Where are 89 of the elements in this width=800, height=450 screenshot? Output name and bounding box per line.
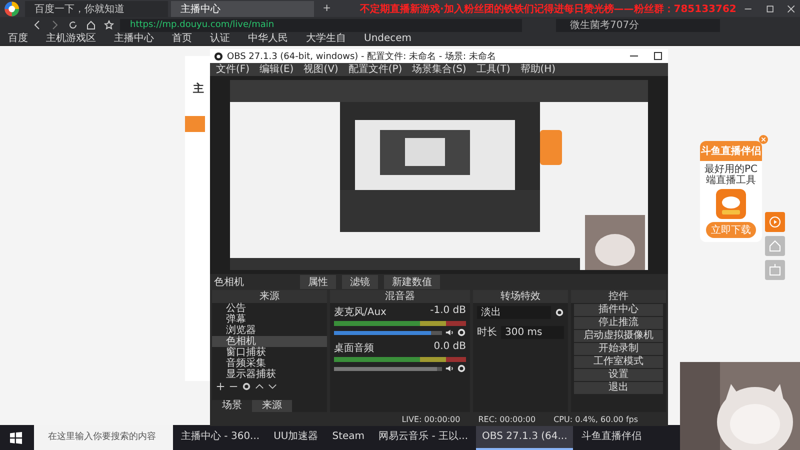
source-name: 色相机 (214, 276, 245, 289)
browser-tab[interactable]: 百度一下，你就知道 (24, 0, 168, 16)
taskbar-app[interactable]: 斗鱼直播伴侣 (575, 425, 648, 450)
bookmark-link[interactable]: 大学生自 (306, 33, 346, 45)
speaker-icon[interactable] (445, 364, 454, 373)
volume-reading: -1.0 dB (430, 305, 466, 318)
play-icon[interactable] (765, 212, 785, 232)
menu-item[interactable]: 工具(T) (476, 64, 510, 76)
window-title: OBS 27.1.3 (64-bit, windows) - 配置文件: 未命名 - 场景: 未命名 (227, 50, 496, 62)
settings-icon[interactable] (555, 308, 564, 317)
source-item[interactable]: 公告 (212, 303, 327, 314)
control-button[interactable]: 插件中心 (574, 304, 663, 316)
banner-text: 不定期直播新游戏·加入粉丝团的铁铁们记得进每日赞光榜——粉丝群：785133762 (360, 2, 736, 16)
panel-header: 控件 (571, 290, 666, 303)
bookmark-link[interactable]: 中华人民 (248, 33, 288, 45)
volume-slider[interactable] (334, 366, 442, 370)
panel-header: 来源 (212, 290, 327, 303)
dock-tab[interactable]: 场景 (212, 400, 252, 412)
control-button[interactable]: 停止推流 (574, 317, 663, 329)
settings-icon[interactable] (457, 364, 466, 373)
forward-icon[interactable] (50, 20, 60, 30)
down-icon[interactable] (268, 382, 277, 391)
volume-slider[interactable] (334, 330, 442, 334)
address-field[interactable]: https://mp.douyu.com/live/main (120, 18, 522, 32)
menu-item[interactable]: 场景集合(S) (412, 64, 466, 76)
transition-dropdown[interactable]: 淡出 (477, 306, 551, 319)
app-logo-icon (716, 189, 746, 219)
status-text: LIVE: 00:00:00 (402, 414, 460, 424)
refresh-icon[interactable] (68, 20, 78, 30)
dock-tab[interactable]: 来源 (252, 400, 292, 412)
duration-label: 时长 (477, 326, 497, 339)
control-button[interactable]: 开始录制 (574, 343, 663, 355)
channel-name: 桌面音频 (334, 342, 374, 355)
control-button[interactable]: 工作室模式 (574, 356, 663, 368)
back-icon[interactable] (32, 20, 42, 30)
speaker-icon[interactable] (445, 328, 454, 337)
panel-header: 转场特效 (473, 290, 568, 303)
star-icon[interactable] (104, 20, 114, 30)
taskbar-app[interactable]: 网易云音乐 - 王以... (372, 425, 474, 450)
status-text: REC: 00:00:00 (478, 414, 536, 424)
settings-icon[interactable] (457, 328, 466, 337)
menu-item[interactable]: 文件(F) (216, 64, 250, 76)
panel-header: 混音器 (330, 290, 470, 303)
volume-reading: 0.0 dB (434, 341, 466, 354)
browser-tab[interactable]: 主播中心 (170, 0, 314, 16)
search-field[interactable]: 微生菌考707分 (556, 18, 720, 32)
channel-name: 麦克风/Aux (334, 306, 386, 319)
up-icon[interactable] (255, 382, 264, 391)
page-heading: 主 (192, 81, 205, 96)
bookmark-link[interactable]: 首页 (172, 33, 192, 45)
source-item[interactable]: 音频采集 (212, 358, 327, 369)
toolbar-button[interactable]: 新建数值 (384, 275, 440, 289)
taskbar-app[interactable]: 主播中心 - 360... (175, 425, 266, 450)
taskbar-app[interactable]: UU加速器 (268, 425, 324, 450)
start-icon[interactable] (10, 432, 22, 444)
ad-title: 斗鱼直播伴侣 (700, 141, 762, 161)
menu-item[interactable]: 配置文件(P) (348, 64, 402, 76)
toolbar-button[interactable]: 滤镜 (342, 275, 378, 289)
maximize-icon[interactable] (653, 51, 663, 61)
source-item[interactable]: 弹幕 (212, 314, 327, 325)
status-text: CPU: 0.4%, 60.00 fps (554, 414, 638, 424)
menu-item[interactable]: 编辑(E) (260, 64, 294, 76)
ad-subtitle: 最好用的PC端直播工具 (703, 164, 758, 186)
close-icon[interactable] (786, 4, 795, 14)
add-icon[interactable] (216, 382, 225, 391)
menu-item[interactable]: 视图(V) (304, 64, 338, 76)
bookmark-link[interactable]: 主机游戏区 (46, 33, 96, 45)
bookmark-link[interactable]: Undecem (364, 33, 412, 45)
source-item[interactable]: 显示器捕获 (212, 369, 327, 380)
bookmark-link[interactable]: 主播中心 (114, 33, 154, 45)
search-field[interactable]: 在这里输入你要搜索的内容 (34, 425, 173, 450)
source-item[interactable]: 窗口捕获 (212, 347, 327, 358)
browser-logo-icon[interactable] (2, 0, 22, 16)
taskbar-app[interactable]: Steam (326, 425, 371, 450)
toolbar-button[interactable]: 属性 (300, 275, 336, 289)
source-item[interactable]: 浏览器 (212, 325, 327, 336)
control-button[interactable]: 设置 (574, 369, 663, 381)
menu-item[interactable]: 帮助(H) (520, 64, 556, 76)
taskbar-app[interactable]: OBS 27.1.3 (64... (476, 425, 574, 450)
duration-field[interactable]: 300 ms (501, 326, 564, 338)
bookmark-link[interactable]: 认证 (210, 33, 230, 45)
control-button[interactable]: 退出 (574, 382, 663, 394)
bookmark-link[interactable]: 百度 (8, 33, 28, 45)
home-icon[interactable] (86, 20, 96, 30)
new-tab-icon[interactable]: + (316, 3, 337, 14)
control-button[interactable]: 启动虚拟摄像机 (574, 330, 663, 342)
source-item[interactable]: 色相机 (212, 336, 327, 347)
app-icon (214, 52, 223, 60)
settings-icon[interactable] (242, 382, 251, 391)
